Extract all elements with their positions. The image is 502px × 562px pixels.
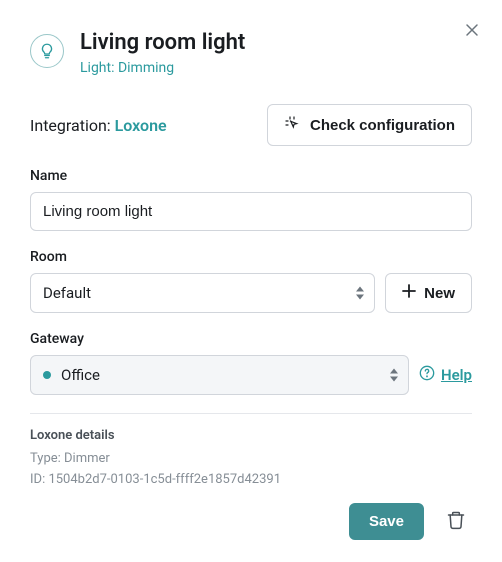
name-input[interactable] xyxy=(30,192,472,231)
help-label: Help xyxy=(441,366,472,384)
check-configuration-button[interactable]: Check configuration xyxy=(267,104,472,146)
new-room-button[interactable]: New xyxy=(385,273,472,313)
trash-icon xyxy=(446,510,466,533)
gateway-select[interactable]: Office xyxy=(30,355,409,395)
plus-icon xyxy=(402,284,416,302)
lightbulb-icon xyxy=(30,34,64,68)
room-label: Room xyxy=(30,249,472,265)
integration-row: Integration: Loxone Check configuration xyxy=(30,104,472,146)
status-dot-icon xyxy=(43,371,51,379)
new-room-label: New xyxy=(424,285,455,302)
subtype-label: Light: Dimming xyxy=(80,60,245,76)
close-button[interactable] xyxy=(462,20,482,40)
footer: Save xyxy=(349,503,472,540)
cursor-click-icon xyxy=(284,115,300,135)
room-selected-value: Default xyxy=(43,284,91,302)
details-id: ID: 1504b2d7-0103-1c5d-ffff2e1857d42391 xyxy=(30,470,472,491)
integration-label: Integration: Loxone xyxy=(30,116,167,135)
integration-prefix: Integration: xyxy=(30,116,115,135)
help-link[interactable]: Help xyxy=(419,355,472,395)
divider xyxy=(30,413,472,414)
loxone-details: Loxone details Type: Dimmer ID: 1504b2d7… xyxy=(30,428,472,491)
page-title: Living room light xyxy=(80,30,245,56)
gateway-label: Gateway xyxy=(30,331,472,347)
name-label: Name xyxy=(30,168,472,184)
check-configuration-label: Check configuration xyxy=(310,117,455,134)
gateway-selected-value: Office xyxy=(61,366,100,384)
delete-button[interactable] xyxy=(440,504,472,539)
header: Living room light Light: Dimming xyxy=(30,30,472,76)
room-select[interactable]: Default xyxy=(30,273,375,313)
help-icon xyxy=(419,365,435,385)
details-title: Loxone details xyxy=(30,428,472,443)
save-button[interactable]: Save xyxy=(349,503,424,540)
details-type: Type: Dimmer xyxy=(30,449,472,470)
integration-name: Loxone xyxy=(115,116,167,135)
